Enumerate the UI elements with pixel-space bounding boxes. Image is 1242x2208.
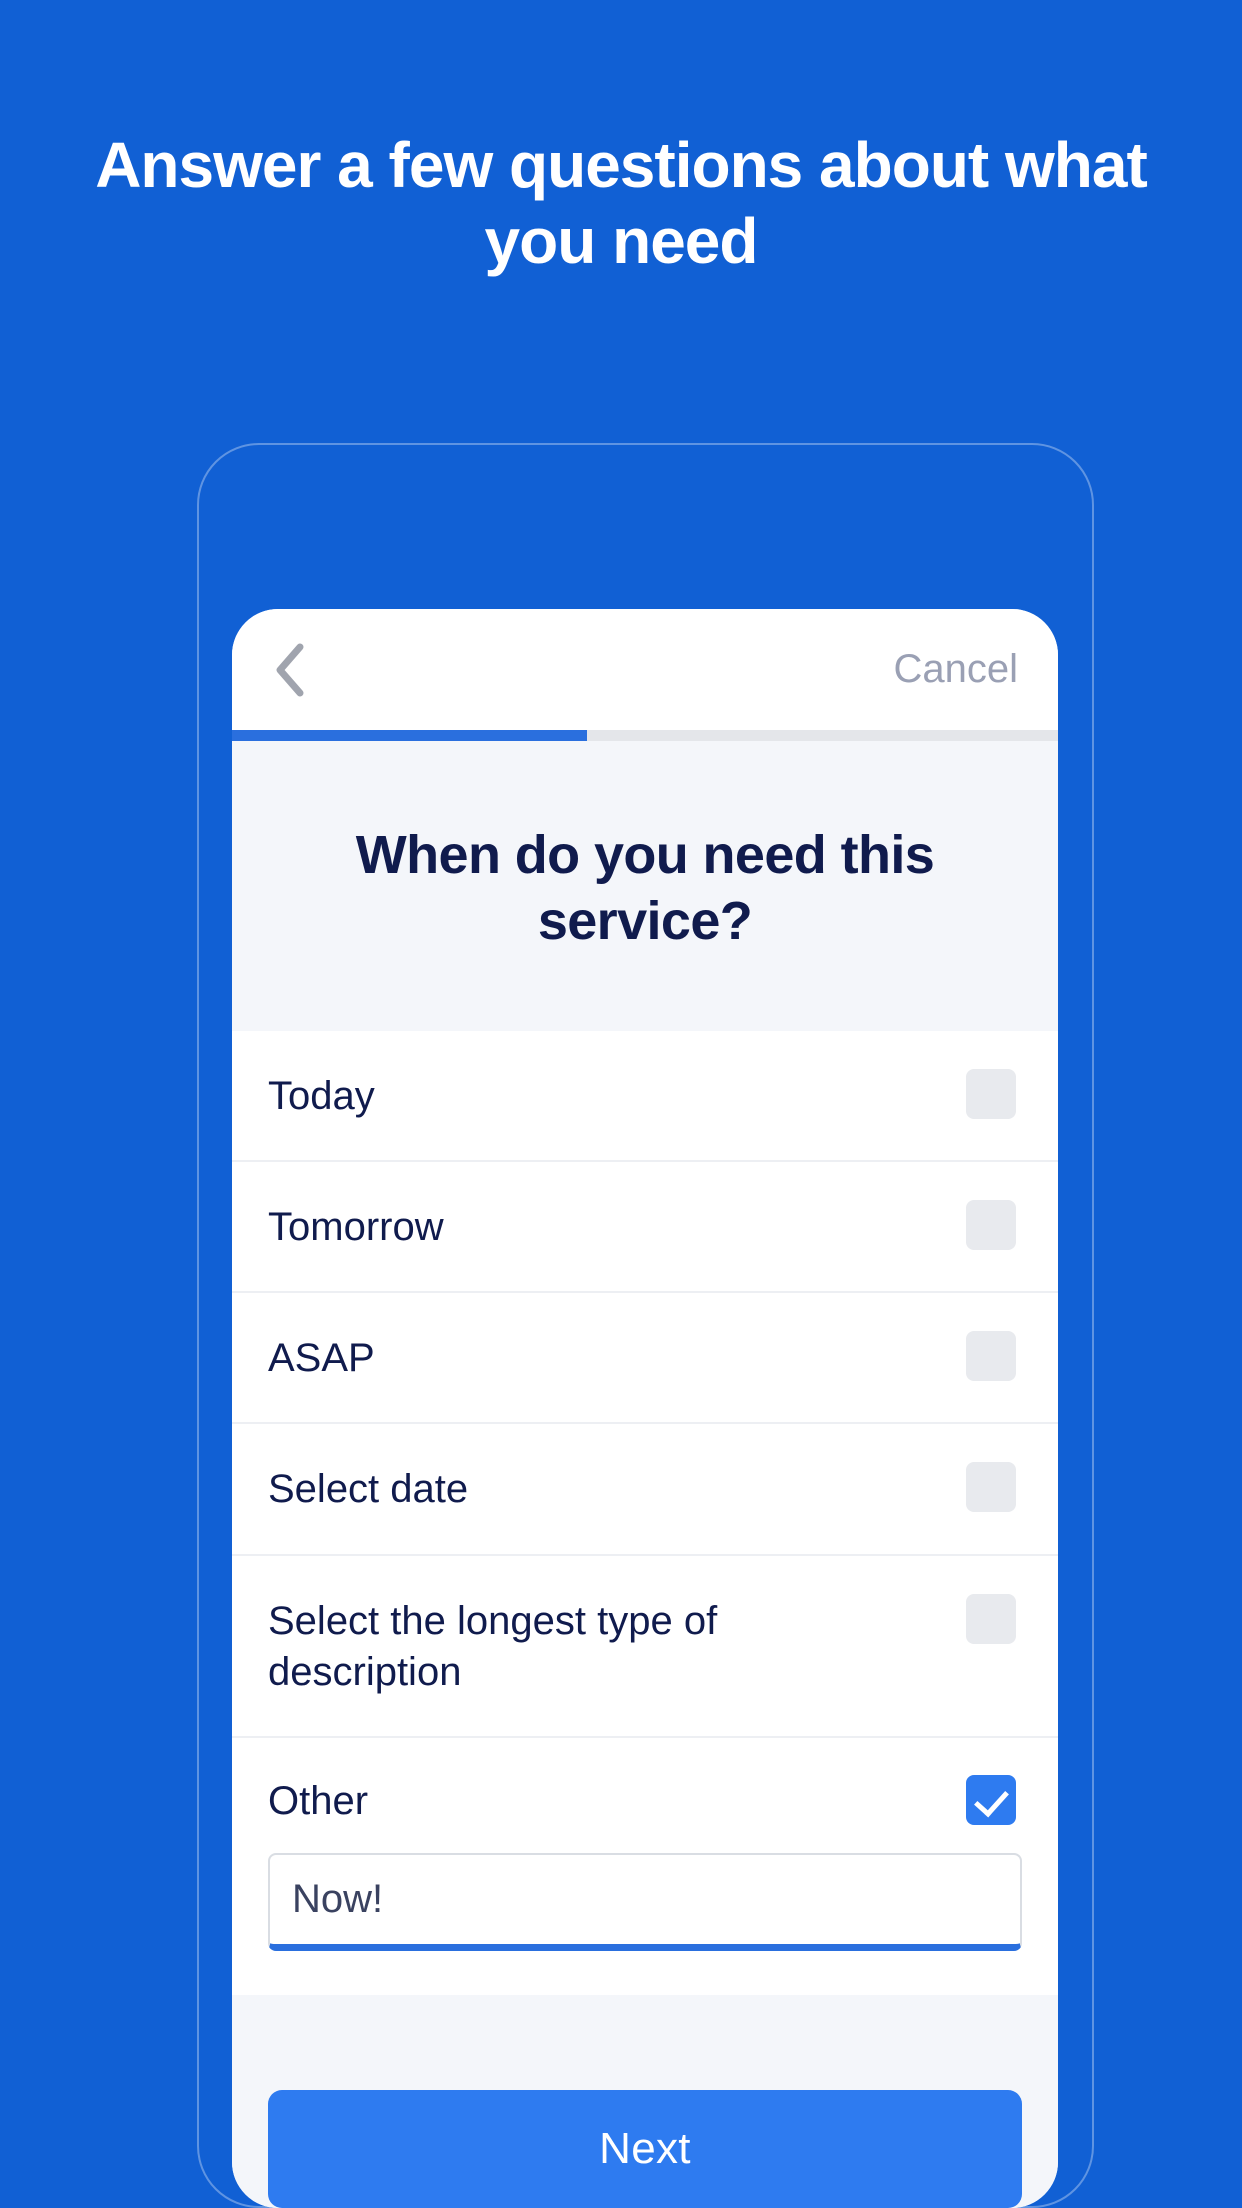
back-button[interactable] bbox=[260, 640, 320, 700]
option-label: Select date bbox=[268, 1467, 469, 1512]
option-row[interactable]: Tomorrow bbox=[232, 1161, 1058, 1294]
option-checkbox[interactable] bbox=[966, 1331, 1016, 1382]
option-checkbox[interactable] bbox=[966, 1593, 1016, 1644]
option-row[interactable]: Other bbox=[232, 1738, 1058, 1853]
option-label: ASAP bbox=[268, 1336, 375, 1381]
option-row[interactable]: Select the longest type of description bbox=[232, 1555, 1058, 1738]
option-label: Tomorrow bbox=[268, 1204, 444, 1249]
option-label: Other bbox=[268, 1778, 369, 1823]
page-title: Answer a few questions about what you ne… bbox=[95, 129, 1148, 277]
option-checkbox[interactable] bbox=[966, 1775, 1016, 1826]
option-checkbox[interactable] bbox=[966, 1462, 1016, 1513]
option-label: Today bbox=[268, 1073, 375, 1118]
next-button[interactable]: Next bbox=[268, 2090, 1022, 2208]
footer-bar: Next bbox=[232, 2090, 1058, 2208]
option-row[interactable]: ASAP bbox=[232, 1293, 1058, 1425]
screen-body: When do you need this service? Today Tomo… bbox=[232, 741, 1058, 2208]
option-label: Select the longest type of description bbox=[268, 1598, 718, 1694]
option-row[interactable]: Select date bbox=[232, 1424, 1058, 1556]
option-row[interactable]: Today bbox=[232, 1030, 1058, 1162]
option-checkbox[interactable] bbox=[966, 1199, 1016, 1250]
other-input-wrapper bbox=[232, 1853, 1058, 1952]
option-list: Today Tomorrow ASAP Select date Select the l… bbox=[232, 1030, 1058, 1996]
chevron-left-icon bbox=[273, 642, 307, 698]
option-checkbox[interactable] bbox=[966, 1068, 1016, 1119]
progress-bar bbox=[232, 730, 1058, 741]
other-option-block: Other bbox=[232, 1737, 1058, 1996]
phone-screen: Cancel When do you need this service? To… bbox=[232, 609, 1058, 2208]
other-text-input[interactable] bbox=[268, 1853, 1022, 1952]
question-heading: When do you need this service? bbox=[355, 825, 935, 951]
navbar: Cancel bbox=[232, 609, 1058, 730]
cancel-button[interactable]: Cancel bbox=[893, 647, 1022, 692]
progress-bar-fill bbox=[232, 730, 588, 741]
